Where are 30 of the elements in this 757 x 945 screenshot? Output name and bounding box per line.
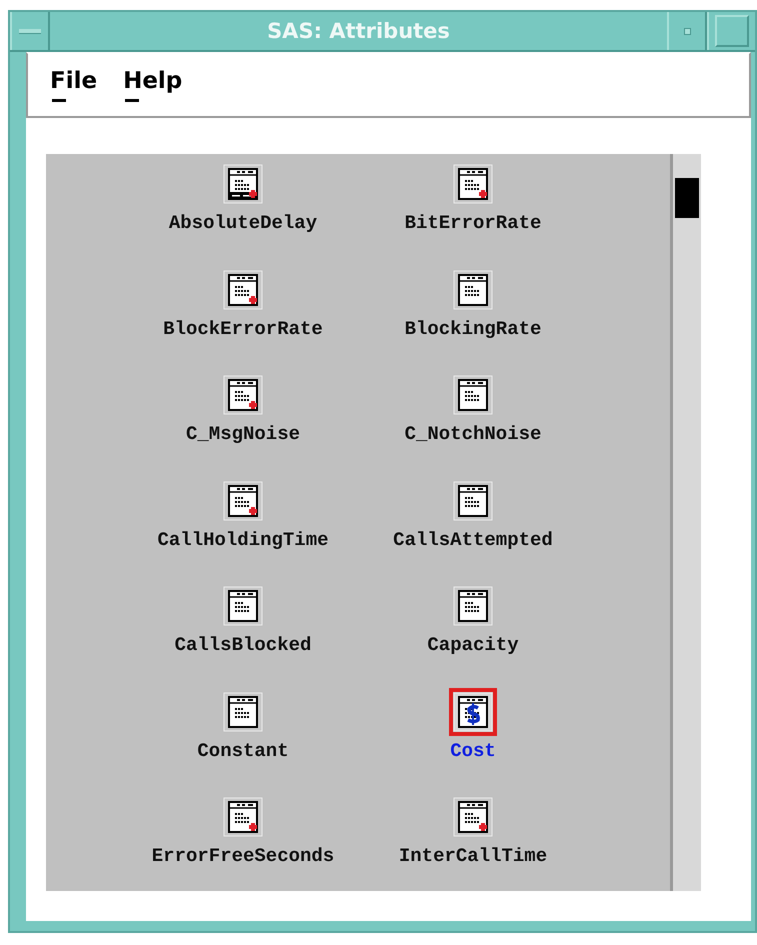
attribute-label[interactable]: C_NotchNoise (404, 423, 542, 446)
attribute-icon[interactable] (223, 692, 263, 732)
attribute-label[interactable]: CallsAttempted (393, 528, 553, 551)
attribute-label[interactable]: Capacity (427, 634, 519, 656)
attribute-icon[interactable] (453, 164, 493, 204)
attribute-label[interactable]: CallHoldingTime (157, 528, 329, 551)
scroll-thumb[interactable] (675, 178, 699, 218)
attribute-icon[interactable] (453, 375, 493, 416)
attribute-label[interactable]: BlockingRate (404, 318, 542, 340)
attribute-label[interactable]: ErrorFreeSeconds (152, 845, 334, 868)
scrollbar[interactable] (670, 154, 701, 891)
attribute-icon[interactable] (223, 270, 263, 310)
attribute-icon[interactable] (223, 586, 263, 626)
attribute-label[interactable]: C_MsgNoise (186, 423, 300, 446)
attribute-icon[interactable] (223, 375, 263, 416)
attribute-icon[interactable] (223, 797, 263, 838)
attribute-label[interactable]: Constant (197, 740, 289, 762)
attribute-icon[interactable] (453, 480, 493, 521)
window-title: SAS: Attributes (266, 18, 451, 45)
attribute-icon[interactable] (453, 270, 493, 310)
attribute-label[interactable]: CallsBlocked (174, 634, 312, 656)
attribute-label[interactable]: BlockErrorRate (163, 318, 323, 340)
attribute-label[interactable]: AbsoluteDelay (168, 212, 318, 234)
attribute-icon[interactable] (453, 586, 493, 626)
attribute-label[interactable]: Cost (450, 740, 496, 762)
attribute-label[interactable]: InterCallTime (398, 845, 548, 868)
attribute-icon[interactable] (453, 797, 493, 838)
attribute-icon[interactable] (223, 164, 263, 204)
attribute-label[interactable]: BitErrorRate (404, 212, 542, 234)
attribute-icon[interactable] (223, 480, 263, 521)
